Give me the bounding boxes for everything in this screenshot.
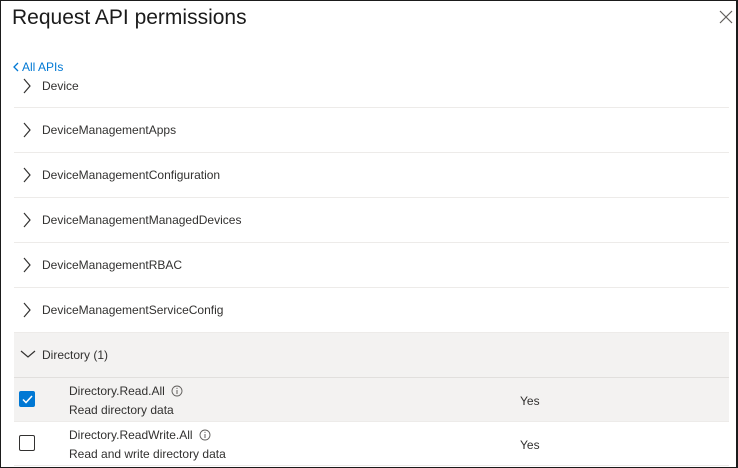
permission-checkbox[interactable] — [19, 435, 35, 451]
chevron-right-icon — [23, 302, 31, 318]
category-label: DeviceManagementManagedDevices — [42, 213, 242, 227]
chevron-right-icon — [23, 167, 31, 183]
category-label: Device — [42, 78, 79, 93]
category-label: DeviceManagementServiceConfig — [42, 303, 224, 317]
chevron-right-icon — [23, 257, 31, 273]
chevron-down-icon — [20, 350, 36, 358]
permission-row-directory-read-all[interactable]: Directory.Read.All Read directory data Y… — [14, 378, 729, 422]
permission-name: Directory.ReadWrite.All — [69, 428, 193, 442]
permission-checkbox[interactable] — [19, 391, 35, 407]
directory-group-label: Directory (1) — [42, 348, 109, 362]
close-icon[interactable] — [718, 9, 734, 25]
panel-title: Request API permissions — [12, 6, 247, 29]
checkmark-icon — [22, 395, 33, 404]
category-row-devicemanagementrbac[interactable]: DeviceManagementRBAC — [14, 243, 729, 288]
category-row-directory-expanded[interactable]: Directory (1) — [14, 333, 729, 378]
permission-row-directory-readwrite-all[interactable]: Directory.ReadWrite.All Read and write d… — [14, 422, 729, 466]
category-row-devicemanagementapps[interactable]: DeviceManagementApps — [14, 108, 729, 153]
api-permission-list: Device DeviceManagementApps DeviceManage… — [14, 64, 729, 466]
chevron-right-icon — [23, 122, 31, 138]
permission-name-row: Directory.Read.All — [69, 384, 183, 398]
permission-name-row: Directory.ReadWrite.All — [69, 428, 211, 442]
permission-description: Read and write directory data — [69, 447, 226, 461]
category-label: DeviceManagementApps — [42, 123, 177, 137]
request-api-permissions-panel: Request API permissions All APIs Device … — [0, 0, 738, 468]
admin-consent-value: Yes — [520, 394, 540, 408]
category-row-devicemanagementmanageddevices[interactable]: DeviceManagementManagedDevices — [14, 198, 729, 243]
category-label: DeviceManagementConfiguration — [42, 168, 221, 182]
info-icon[interactable] — [199, 429, 211, 441]
permission-name: Directory.Read.All — [69, 384, 165, 398]
permission-description: Read directory data — [69, 403, 174, 417]
chevron-right-icon — [23, 212, 31, 228]
category-row-device[interactable]: Device — [14, 64, 729, 108]
category-row-devicemanagementserviceconfig[interactable]: DeviceManagementServiceConfig — [14, 288, 729, 333]
category-row-devicemanagementconfiguration[interactable]: DeviceManagementConfiguration — [14, 153, 729, 198]
admin-consent-value: Yes — [520, 438, 540, 452]
category-label: DeviceManagementRBAC — [42, 258, 183, 272]
info-icon[interactable] — [171, 385, 183, 397]
chevron-right-icon — [23, 78, 31, 93]
